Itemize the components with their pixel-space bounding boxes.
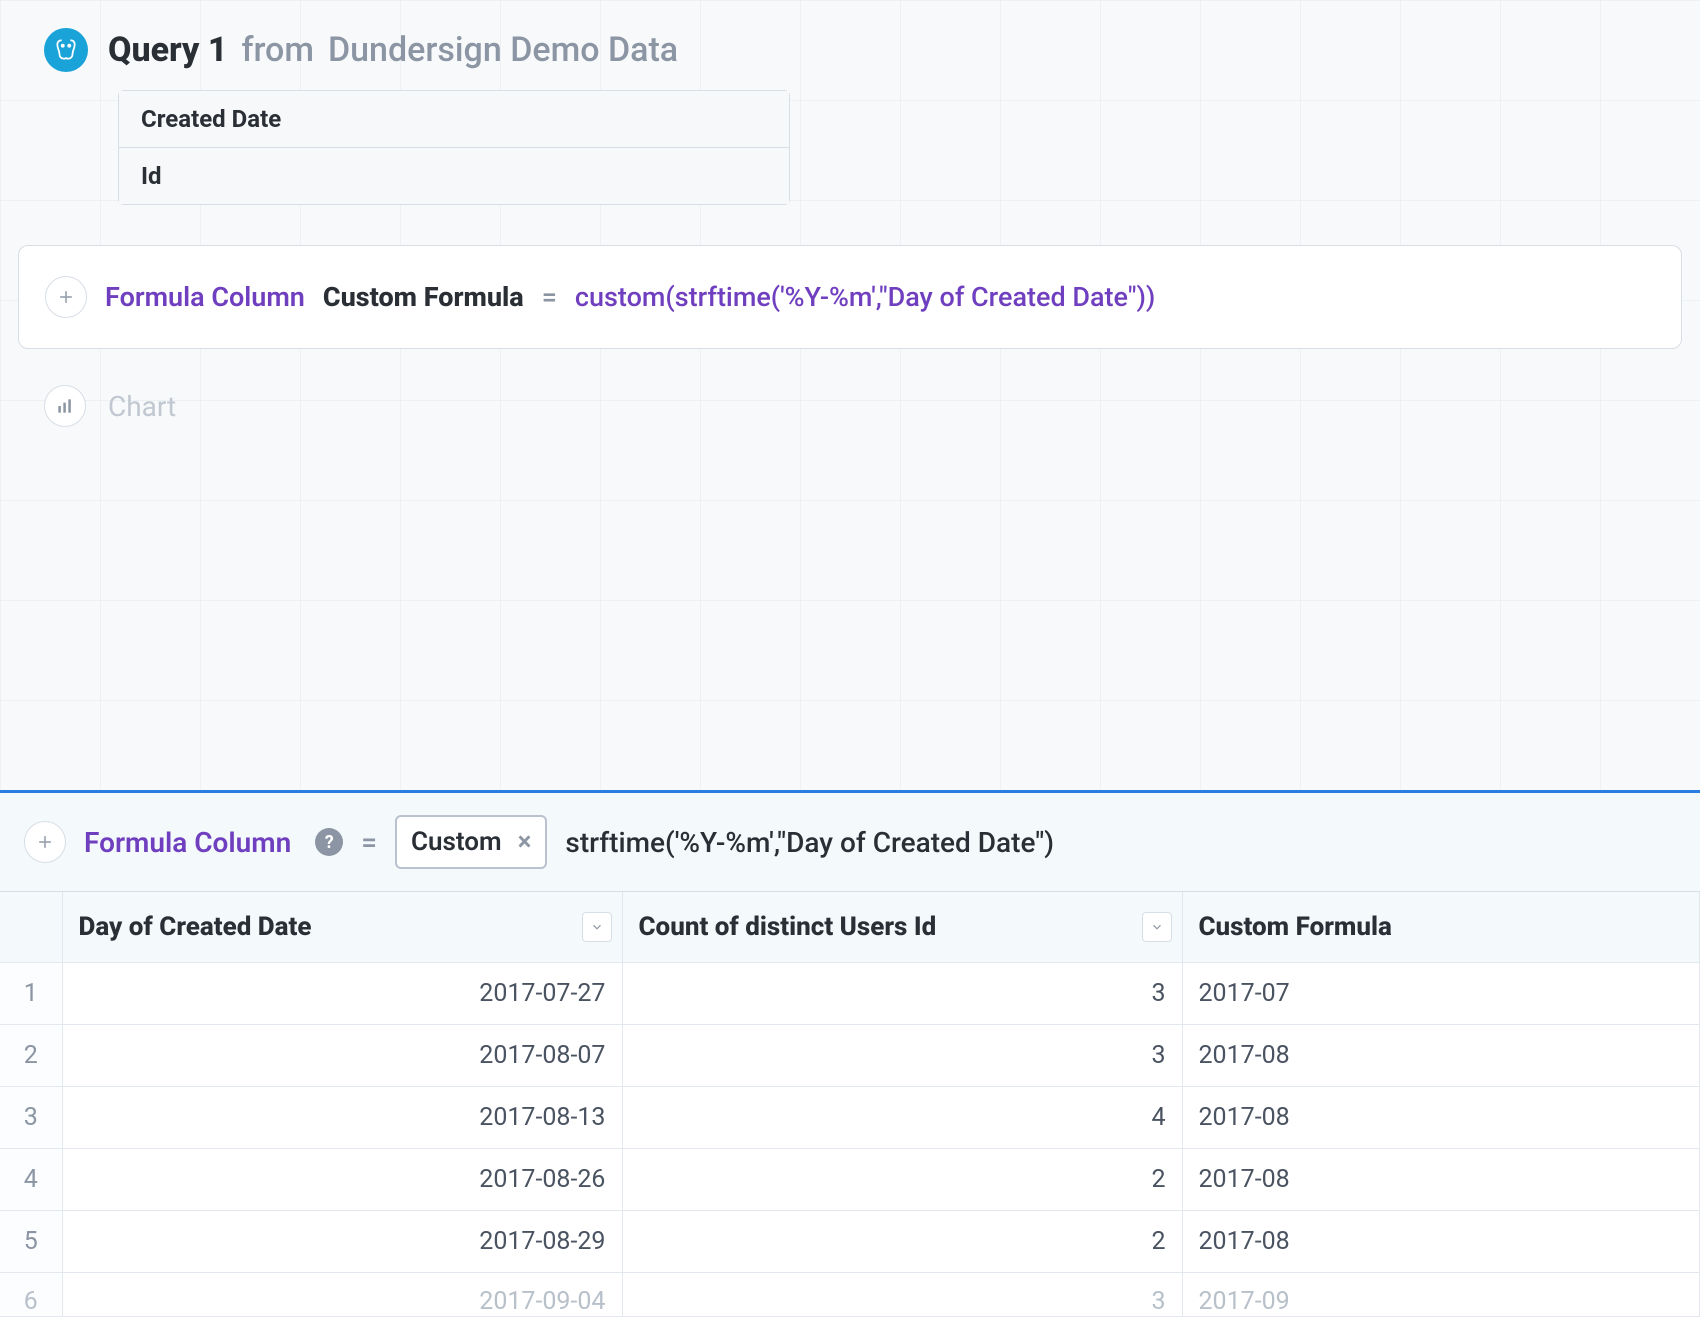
formula-type-label: Custom <box>411 827 502 857</box>
cell-date: 2017-09-04 <box>62 1273 622 1317</box>
query-source: Dundersign Demo Data <box>328 30 678 70</box>
query-columns: Created Date Id <box>118 90 790 205</box>
row-number: 4 <box>0 1149 62 1211</box>
column-header-label: Custom Formula <box>1199 912 1392 942</box>
table-row[interactable]: 5 2017-08-29 2 2017-08 <box>0 1211 1700 1273</box>
formula-type-pill[interactable]: Custom × <box>395 815 547 869</box>
add-formula-button[interactable] <box>24 821 66 863</box>
row-number-header <box>0 892 62 963</box>
results-panel: Formula Column ? = Custom × strftime('%Y… <box>0 790 1700 1317</box>
table-row[interactable]: 1 2017-07-27 3 2017-07 <box>0 963 1700 1025</box>
row-number: 2 <box>0 1025 62 1087</box>
equals-sign: = <box>361 826 377 859</box>
row-number: 1 <box>0 963 62 1025</box>
cell-formula: 2017-09 <box>1182 1273 1700 1317</box>
column-header-formula[interactable]: Custom Formula <box>1182 892 1700 963</box>
cell-count: 4 <box>622 1087 1182 1149</box>
formula-bar-label: Formula Column <box>84 826 291 859</box>
chevron-down-icon[interactable] <box>1142 912 1172 942</box>
cell-date: 2017-08-29 <box>62 1211 622 1273</box>
chart-step[interactable]: Chart <box>44 385 1700 427</box>
formula-input[interactable]: strftime('%Y-%m',"Day of Created Date") <box>565 826 1054 859</box>
cell-date: 2017-07-27 <box>62 963 622 1025</box>
column-header-count[interactable]: Count of distinct Users Id <box>622 892 1182 963</box>
query-title[interactable]: Query 1 from Dundersign Demo Data <box>108 30 678 70</box>
row-number: 3 <box>0 1087 62 1149</box>
table-row[interactable]: 2 2017-08-07 3 2017-08 <box>0 1025 1700 1087</box>
cell-formula: 2017-08 <box>1182 1149 1700 1211</box>
formula-step-card[interactable]: Formula Column Custom Formula = custom(s… <box>18 245 1682 349</box>
chevron-down-icon[interactable] <box>582 912 612 942</box>
bar-chart-icon <box>44 385 86 427</box>
column-pill[interactable]: Id <box>119 147 789 204</box>
postgres-icon <box>44 28 88 72</box>
equals-sign: = <box>542 281 557 313</box>
table-row[interactable]: 3 2017-08-13 4 2017-08 <box>0 1087 1700 1149</box>
table-row[interactable]: 6 2017-09-04 3 2017-09 <box>0 1273 1700 1317</box>
results-table: Day of Created Date Count of distinct Us… <box>0 892 1700 1317</box>
column-header-label: Count of distinct Users Id <box>639 912 937 942</box>
cell-formula: 2017-07 <box>1182 963 1700 1025</box>
chart-step-label: Chart <box>108 390 176 423</box>
add-step-button[interactable] <box>45 276 87 318</box>
query-name: Query 1 <box>108 30 227 70</box>
cell-date: 2017-08-13 <box>62 1087 622 1149</box>
table-row[interactable]: 4 2017-08-26 2 2017-08 <box>0 1149 1700 1211</box>
column-pill[interactable]: Created Date <box>119 91 789 147</box>
cell-date: 2017-08-26 <box>62 1149 622 1211</box>
formula-column-name: Custom Formula <box>323 281 524 313</box>
cell-count: 3 <box>622 1025 1182 1087</box>
cell-date: 2017-08-07 <box>62 1025 622 1087</box>
formula-expression: custom(strftime('%Y-%m',"Day of Created … <box>575 281 1155 313</box>
close-icon[interactable]: × <box>518 827 532 857</box>
formula-column-label: Formula Column <box>105 281 305 313</box>
formula-bar: Formula Column ? = Custom × strftime('%Y… <box>0 793 1700 892</box>
column-header-label: Day of Created Date <box>79 912 312 942</box>
cell-formula: 2017-08 <box>1182 1025 1700 1087</box>
column-header-date[interactable]: Day of Created Date <box>62 892 622 963</box>
cell-formula: 2017-08 <box>1182 1087 1700 1149</box>
help-icon[interactable]: ? <box>315 828 343 856</box>
query-from-prefix: from <box>241 30 314 70</box>
cell-count: 2 <box>622 1211 1182 1273</box>
row-number: 5 <box>0 1211 62 1273</box>
row-number: 6 <box>0 1273 62 1317</box>
cell-formula: 2017-08 <box>1182 1211 1700 1273</box>
cell-count: 2 <box>622 1149 1182 1211</box>
cell-count: 3 <box>622 1273 1182 1317</box>
cell-count: 3 <box>622 963 1182 1025</box>
